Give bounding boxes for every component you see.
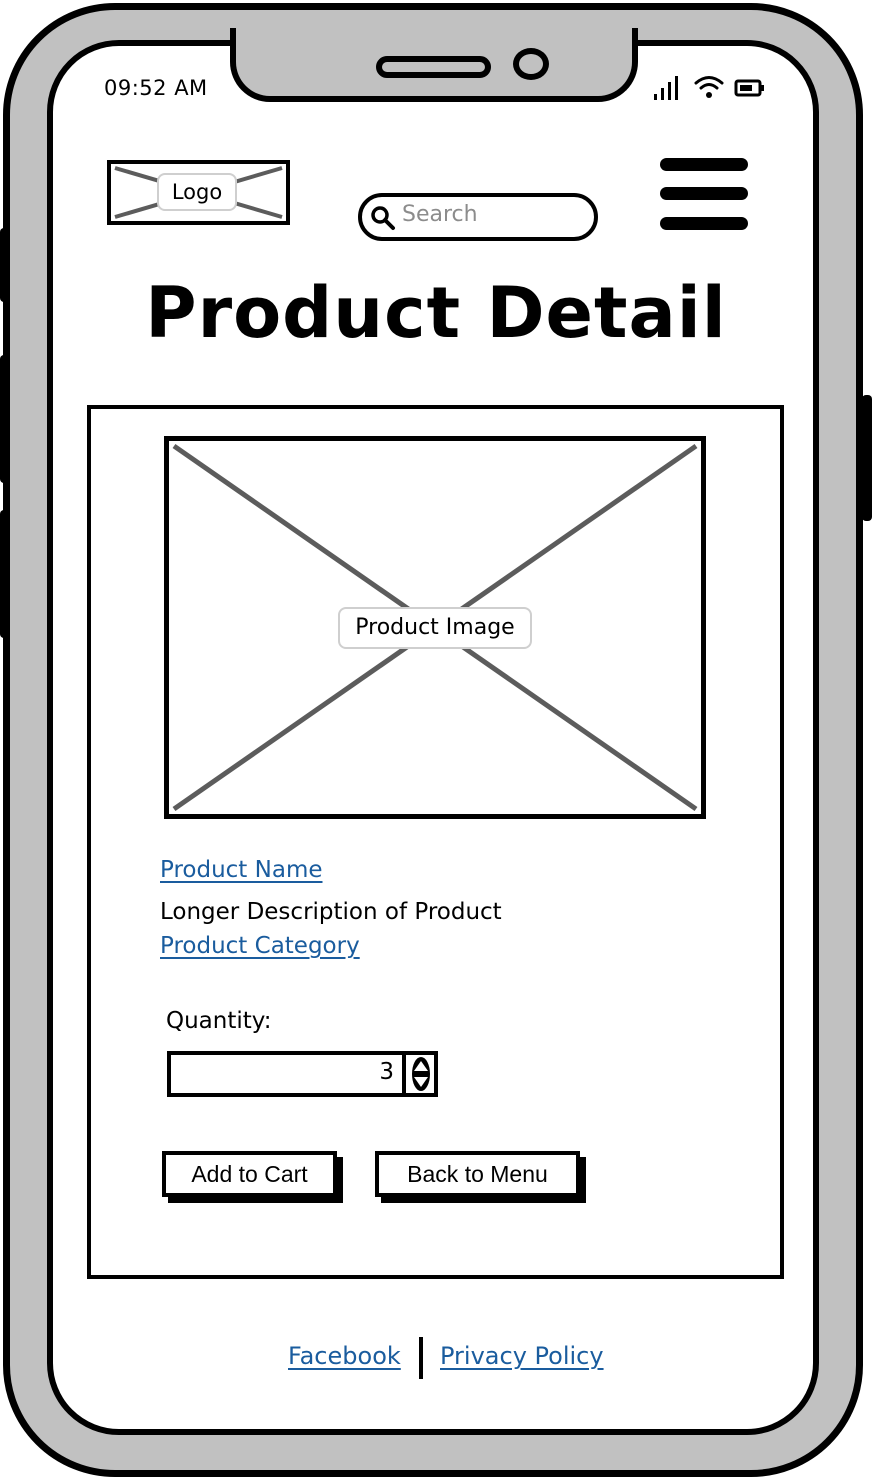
stepper-arrows-icon[interactable] (410, 1055, 432, 1093)
search-placeholder: Search (402, 202, 478, 227)
product-description: Longer Description of Product (160, 899, 502, 925)
battery-icon (734, 79, 764, 97)
search-icon (371, 206, 395, 230)
product-image-label: Product Image (338, 607, 532, 649)
page-title: Product Detail (145, 272, 727, 354)
product-name-link[interactable]: Product Name (160, 857, 323, 883)
add-to-cart-button[interactable]: Add to Cart (162, 1151, 337, 1197)
phone-side-button (862, 395, 872, 521)
product-category-link[interactable]: Product Category (160, 933, 360, 959)
facebook-link[interactable]: Facebook (288, 1342, 401, 1370)
status-time: 09:52 AM (104, 76, 208, 100)
phone-side-button (0, 510, 9, 638)
quantity-stepper[interactable] (167, 1051, 438, 1097)
phone-side-button (0, 355, 9, 483)
quantity-label: Quantity: (166, 1008, 272, 1034)
signal-icon (654, 74, 684, 100)
back-to-menu-button[interactable]: Back to Menu (375, 1151, 580, 1197)
logo-label: Logo (157, 173, 237, 211)
wifi-icon (694, 76, 724, 98)
privacy-policy-link[interactable]: Privacy Policy (440, 1342, 604, 1370)
footer-divider (419, 1337, 423, 1379)
quantity-value: 3 (379, 1059, 394, 1085)
hamburger-menu-icon[interactable] (660, 156, 748, 232)
phone-camera (513, 48, 549, 80)
phone-speaker (376, 56, 491, 78)
stepper-divider (402, 1051, 406, 1097)
